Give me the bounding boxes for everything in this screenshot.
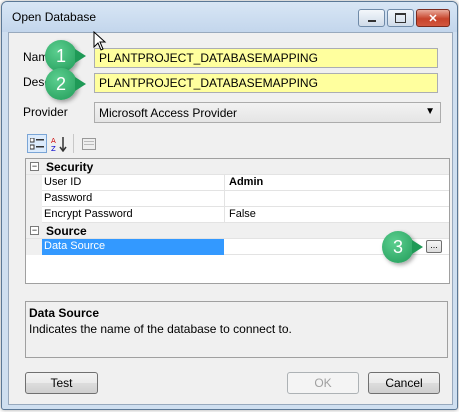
row-gutter xyxy=(26,175,42,191)
provider-value: Microsoft Access Provider xyxy=(99,106,238,120)
minimize-button[interactable] xyxy=(358,9,385,27)
provider-dropdown[interactable]: Microsoft Access Provider ▼ xyxy=(94,102,441,123)
property-name: Data Source xyxy=(44,240,106,252)
browse-ellipsis-button[interactable]: ... xyxy=(426,240,442,253)
window-title: Open Database xyxy=(12,10,97,24)
property-value[interactable]: Admin xyxy=(229,176,263,188)
property-row-user-id[interactable]: User ID Admin xyxy=(26,175,449,191)
help-description: Indicates the name of the database to co… xyxy=(29,322,292,336)
description-field[interactable]: PLANTPROJECT_DATABASEMAPPING xyxy=(94,73,438,93)
row-gutter xyxy=(26,239,42,255)
test-button[interactable]: Test xyxy=(25,372,98,394)
row-gutter xyxy=(26,207,42,223)
open-database-dialog: Open Database ✕ Nam PLANTPROJECT_DATABAS… xyxy=(1,1,458,410)
help-title: Data Source xyxy=(29,306,100,320)
property-help-panel: Data Source Indicates the name of the da… xyxy=(25,301,448,358)
property-name: Password xyxy=(44,192,93,204)
property-pages-button[interactable] xyxy=(79,134,99,153)
mouse-cursor-icon xyxy=(93,31,107,51)
title-bar[interactable]: Open Database ✕ xyxy=(2,2,457,32)
column-divider xyxy=(224,207,225,223)
row-gutter xyxy=(26,191,42,207)
categorized-view-button[interactable] xyxy=(27,134,47,153)
callout-badge-3: 3 xyxy=(382,231,423,263)
property-name: User ID xyxy=(44,176,82,188)
name-field[interactable]: PLANTPROJECT_DATABASEMAPPING xyxy=(94,48,438,68)
collapse-toggle-icon[interactable]: − xyxy=(30,226,39,235)
alphabetical-sort-icon: A Z xyxy=(51,136,67,152)
categorized-view-icon xyxy=(30,137,44,149)
category-label: Security xyxy=(46,160,94,174)
property-row-password[interactable]: Password xyxy=(26,191,449,207)
toolbar-separator xyxy=(73,134,74,153)
cancel-button[interactable]: Cancel xyxy=(368,372,440,394)
category-row-security[interactable]: − Security xyxy=(26,159,449,175)
svg-text:Z: Z xyxy=(51,145,56,152)
collapse-toggle-icon[interactable]: − xyxy=(30,162,39,171)
property-pages-icon xyxy=(82,137,96,150)
minimize-icon xyxy=(367,20,376,22)
column-divider xyxy=(224,175,225,191)
close-button[interactable]: ✕ xyxy=(416,9,450,27)
ok-button[interactable]: OK xyxy=(287,372,359,394)
alphabetical-sort-button[interactable]: A Z xyxy=(49,134,69,153)
property-grid: − Security User ID Admin Password Encryp… xyxy=(25,158,450,284)
close-icon: ✕ xyxy=(428,12,438,25)
column-divider xyxy=(224,191,225,207)
callout-badge-2: 2 xyxy=(45,68,86,100)
svg-text:A: A xyxy=(51,137,56,145)
category-label: Source xyxy=(46,224,87,238)
maximize-button[interactable] xyxy=(387,9,414,27)
property-row-encrypt-password[interactable]: Encrypt Password False xyxy=(26,207,449,223)
property-value[interactable]: False xyxy=(229,208,256,220)
provider-label: Provider xyxy=(23,105,68,119)
chevron-down-icon: ▼ xyxy=(425,106,435,117)
maximize-icon xyxy=(395,13,406,23)
property-name: Encrypt Password xyxy=(44,208,133,220)
